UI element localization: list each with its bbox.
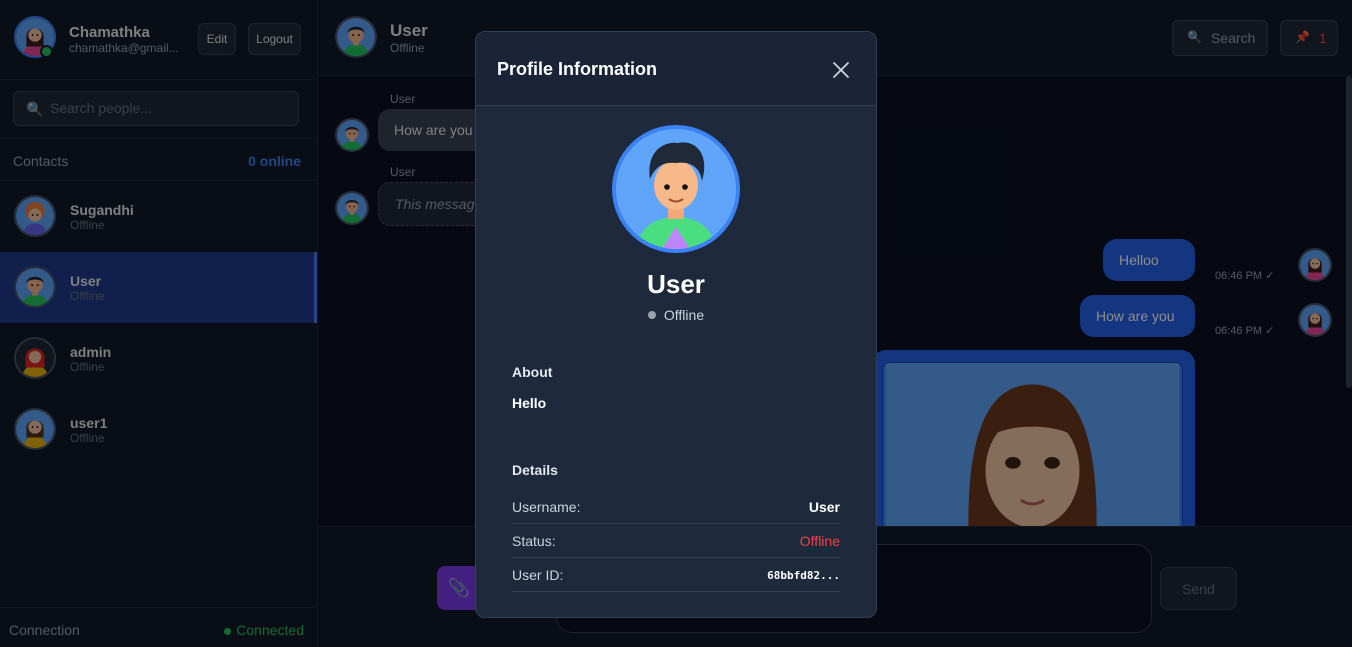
about-heading: About <box>512 364 553 380</box>
about-text: Hello <box>512 395 547 411</box>
close-icon <box>833 62 849 78</box>
detail-value: User <box>808 499 840 515</box>
detail-row-user-id: User ID: 68bbfd82... <box>512 558 840 592</box>
detail-label: User ID: <box>512 567 564 583</box>
profile-name: User <box>647 269 705 299</box>
detail-row-username: Username: User <box>512 490 840 524</box>
modal-header: Profile Information <box>476 32 876 106</box>
profile-avatar-image <box>616 129 736 249</box>
profile-status: Offline <box>476 307 876 323</box>
close-button[interactable] <box>830 59 852 81</box>
profile-modal: Profile Information User Offline About H… <box>475 31 877 618</box>
profile-avatar <box>612 125 740 253</box>
detail-label: Status: <box>512 533 556 549</box>
detail-value: Offline <box>799 533 840 549</box>
modal-title: Profile Information <box>497 59 658 79</box>
details-heading: Details <box>512 462 558 478</box>
detail-value: 68bbfd82... <box>767 569 840 582</box>
detail-row-status: Status: Offline <box>512 524 840 558</box>
detail-label: Username: <box>512 499 581 515</box>
